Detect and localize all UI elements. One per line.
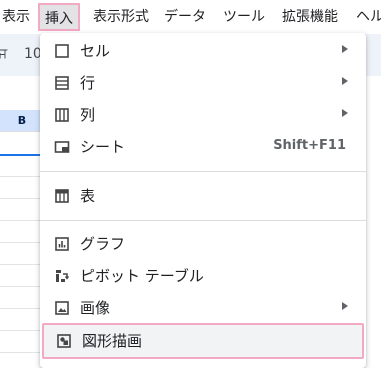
menu-item-sheet[interactable]: シート Shift+F11 [40,131,366,163]
submenu-arrow-icon [342,302,348,310]
menu-item-label: 行 [80,74,96,92]
menu-item-label: 画像 [80,299,111,317]
cell-selection [0,154,44,156]
shortcut-hint: Shift+F11 [273,138,346,153]
row-divider [0,330,44,331]
menu-item-table[interactable]: 表 [40,180,366,212]
menu-item-label: 図形描画 [82,332,143,350]
menu-extensions[interactable]: 拡張機能 [282,8,338,26]
menu-data[interactable]: データ [164,8,206,26]
menu-divider [40,171,366,172]
menu-help[interactable]: ヘル [356,8,381,26]
insert-menu: セル 行 列 シート Shift+F11 表 グラフ ピボット テーブル 画像 … [40,33,366,368]
row-divider [0,286,44,287]
menu-item-label: 表 [80,187,96,205]
chart-icon [54,236,70,252]
row-divider [0,242,44,243]
image-icon [54,300,70,316]
cell-box-icon [54,43,70,59]
menu-item-chart[interactable]: グラフ [40,228,366,260]
menu-insert[interactable]: 挿入 [38,3,80,31]
row-divider [0,308,44,309]
submenu-arrow-icon [342,45,348,53]
submenu-arrow-icon [342,109,348,117]
menu-item-label: ピボット テーブル [80,267,204,285]
menu-bar: 表示 挿入 表示形式 データ ツール 拡張機能 ヘル [0,0,381,34]
row-divider [0,264,44,265]
menu-format[interactable]: 表示形式 [93,8,149,26]
menu-item-pivot-table[interactable]: ピボット テーブル [40,260,366,292]
submenu-arrow-icon [342,77,348,85]
menu-item-label: 列 [80,106,96,124]
menu-item-drawing[interactable]: 図形描画 [42,323,364,359]
row-divider [0,352,44,353]
menu-item-row[interactable]: 行 [40,67,366,99]
row-divider [0,176,44,177]
column-header-b-label: B [17,114,27,127]
drawing-icon [56,333,72,349]
row-divider [0,220,44,221]
menu-item-label: シート [80,138,126,156]
menu-item-image[interactable]: 画像 [40,292,366,324]
row-divider [0,198,44,199]
row-icon [54,75,70,91]
pivot-table-icon [54,268,70,284]
menu-item-label: グラフ [80,235,126,253]
menu-item-cell[interactable]: セル [40,35,366,67]
toolbar-partial-icon[interactable]: ਜ [0,46,7,62]
menu-item-column[interactable]: 列 [40,99,366,131]
menu-view[interactable]: 表示 [2,8,30,26]
menu-divider [40,220,366,221]
menu-tools[interactable]: ツール [223,8,265,26]
column-header-b[interactable]: B [0,110,44,132]
table-icon [54,188,70,204]
menu-item-label: セル [80,42,111,60]
column-icon [54,107,70,123]
sheet-icon [54,139,70,155]
